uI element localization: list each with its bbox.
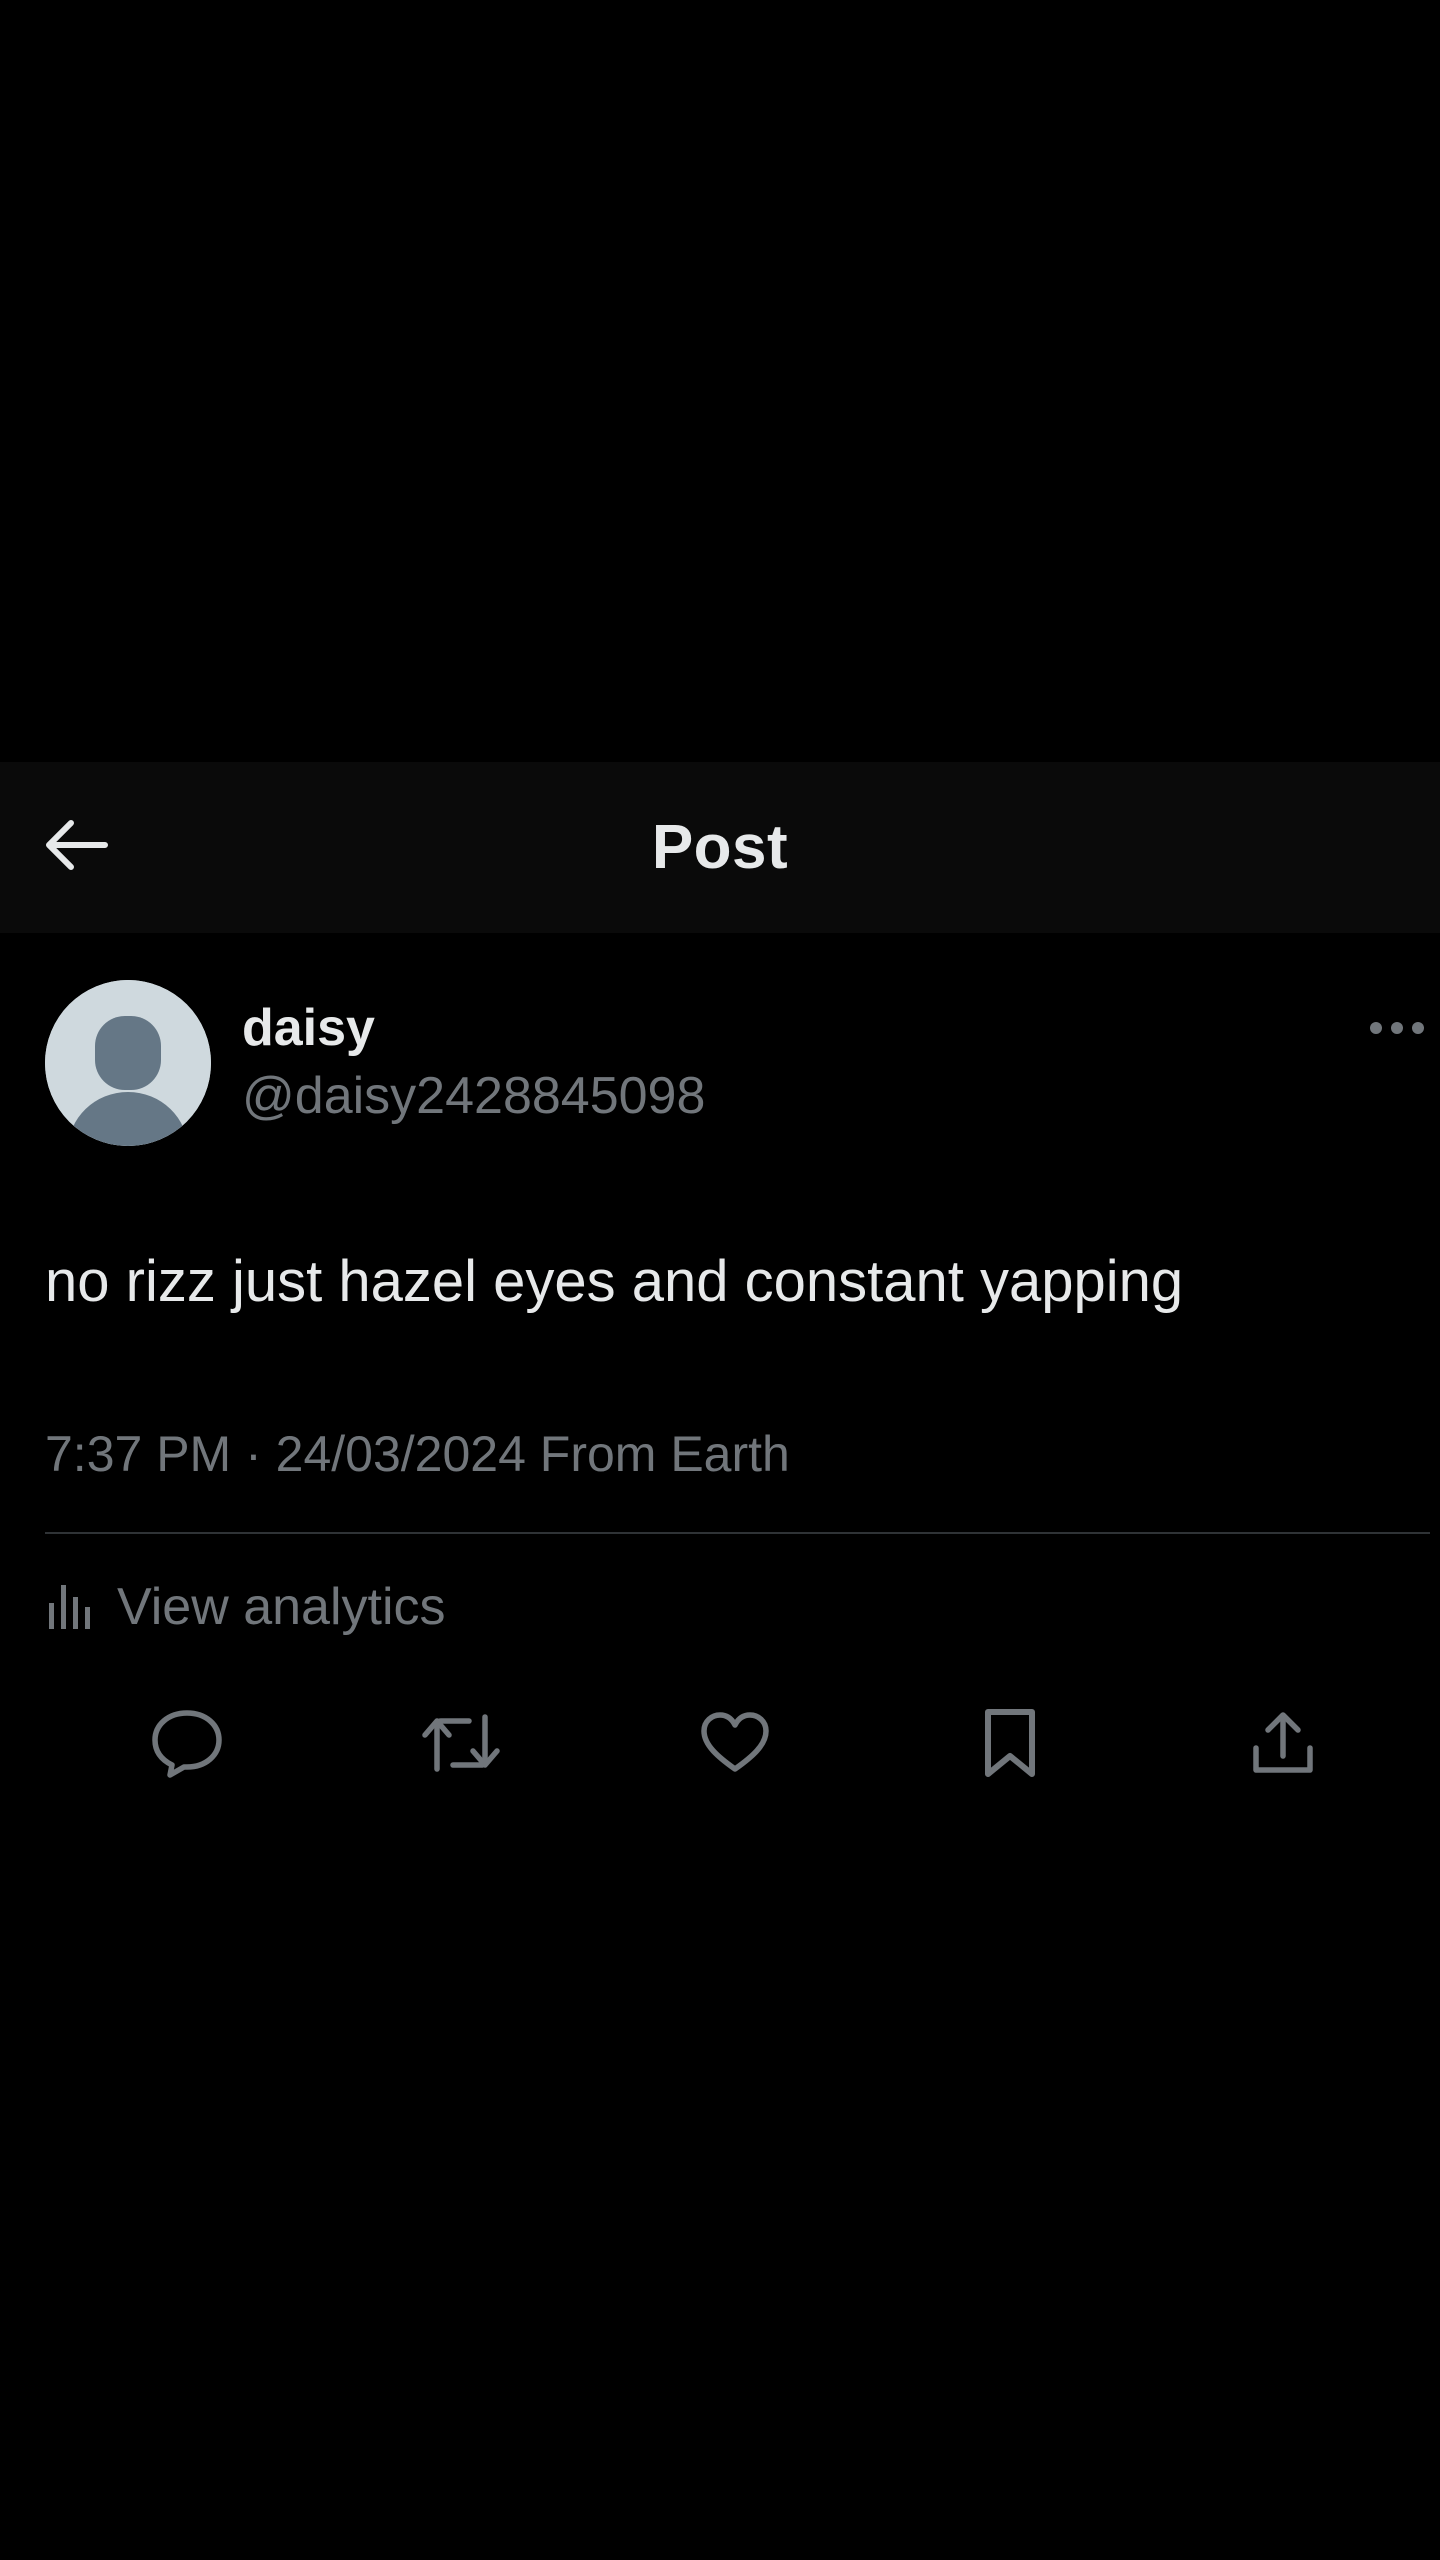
author-name[interactable]: daisy <box>242 998 375 1058</box>
more-options-button[interactable] <box>1362 1010 1432 1050</box>
avatar[interactable] <box>45 980 211 1146</box>
top-bar: Post <box>0 762 1440 933</box>
share-button[interactable] <box>1243 1705 1323 1785</box>
reply-icon <box>150 1708 224 1783</box>
more-dots-icon <box>1369 1021 1425 1040</box>
bar-chart-icon <box>45 1577 95 1638</box>
screen: Post daisy @daisy2428845098 no rizz just… <box>0 0 1440 2560</box>
page-title: Post <box>651 813 789 882</box>
default-avatar-icon <box>45 980 211 1146</box>
analytics-label: View analytics <box>117 1578 446 1636</box>
share-icon <box>1248 1708 1318 1783</box>
post-timestamp: 7:37 PM · 24/03/2024 From Earth <box>45 1426 790 1482</box>
author-handle[interactable]: @daisy2428845098 <box>242 1066 705 1126</box>
like-button[interactable] <box>695 1705 775 1785</box>
reply-button[interactable] <box>147 1705 227 1785</box>
view-analytics-link[interactable]: View analytics <box>45 1572 446 1642</box>
repost-button[interactable] <box>421 1705 501 1785</box>
bookmark-icon <box>980 1706 1040 1785</box>
heart-icon <box>698 1711 772 1780</box>
divider <box>45 1532 1430 1534</box>
bookmark-button[interactable] <box>970 1705 1050 1785</box>
repost-icon <box>419 1711 503 1780</box>
post-text: no rizz just hazel eyes and constant yap… <box>45 1249 1184 1314</box>
